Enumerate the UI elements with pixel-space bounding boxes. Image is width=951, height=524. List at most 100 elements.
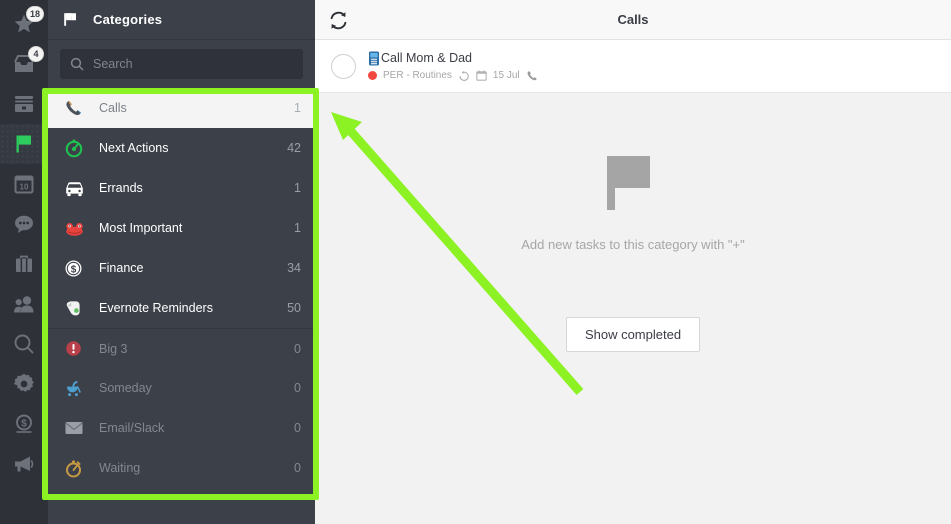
search-input[interactable] [93, 57, 293, 71]
category-label: Most Important [99, 221, 183, 235]
empty-state: Add new tasks to this category with "+" … [315, 93, 951, 524]
category-item-big-3[interactable]: Big 3 0 [48, 328, 315, 368]
main-header: Calls [315, 0, 951, 40]
evernote-icon [64, 299, 92, 318]
category-count: 1 [294, 101, 301, 115]
category-label: Calls [99, 101, 127, 115]
task-list: Call Mom & Dad PER - Routines 15 Jul [315, 40, 951, 93]
target-icon [64, 138, 92, 158]
inbox-badge: 4 [28, 46, 44, 62]
category-item-evernote-reminders[interactable]: Evernote Reminders 50 [48, 288, 315, 328]
category-label: Big 3 [99, 341, 128, 356]
calendar-icon: 10 [13, 173, 35, 195]
rail-item-inbox[interactable]: 4 [0, 44, 48, 84]
task-meta: PER - Routines 15 Jul [368, 70, 538, 82]
category-count: 0 [294, 461, 301, 475]
category-count: 0 [294, 341, 301, 356]
category-item-email-slack[interactable]: Email/Slack 0 [48, 408, 315, 448]
category-item-waiting[interactable]: Waiting 0 [48, 448, 315, 488]
task-date: 15 Jul [492, 70, 520, 81]
category-item-errands[interactable]: Errands 1 [48, 168, 315, 208]
rail-item-people[interactable] [0, 284, 48, 324]
phone-icon [64, 99, 92, 118]
category-list: Calls 1 Next Actions 42 Errands 1 Most I… [48, 88, 315, 524]
main-panel: Calls Call Mom & Dad PER - Routines 15 J… [315, 0, 951, 524]
money-icon: $ [12, 412, 36, 436]
rail-item-search[interactable] [0, 324, 48, 364]
category-item-calls[interactable]: Calls 1 [48, 88, 315, 128]
task-body: Call Mom & Dad PER - Routines 15 Jul [368, 51, 538, 82]
phone-icon [526, 70, 538, 82]
rail-item-starred[interactable]: 18 [0, 4, 48, 44]
app-window: 18 4 10 $ Categories Search Calls 1 Next… [0, 0, 951, 524]
category-label: Waiting [99, 461, 141, 475]
dollar-icon: $ [64, 259, 92, 278]
rail-item-flag[interactable] [0, 124, 48, 164]
briefcase-icon [12, 253, 36, 275]
category-label: Finance [99, 261, 144, 275]
task-title-row: Call Mom & Dad [368, 51, 538, 66]
page-title: Categories [93, 12, 163, 27]
mobile-phone-icon [368, 51, 380, 66]
sync-icon[interactable] [327, 9, 350, 32]
stroller-icon [64, 379, 92, 398]
category-count: 34 [287, 261, 301, 275]
rail-item-archive[interactable] [0, 84, 48, 124]
task-checkbox[interactable] [331, 53, 356, 79]
show-completed-button[interactable]: Show completed [565, 317, 701, 352]
empty-state-text: Add new tasks to this category with "+" [521, 237, 745, 252]
category-item-next-actions[interactable]: Next Actions 42 [48, 128, 315, 168]
category-item-someday[interactable]: Someday 0 [48, 368, 315, 408]
category-label: Errands [99, 181, 143, 195]
rail-item-money[interactable]: $ [0, 404, 48, 444]
archive-icon [12, 93, 36, 115]
categories-sidebar: Categories Search Calls 1 Next Actions 4… [48, 0, 315, 524]
rail-item-calendar[interactable]: 10 [0, 164, 48, 204]
envelope-icon [64, 420, 92, 436]
sidebar-header: Categories [48, 0, 315, 40]
task-title-text: Call Mom & Dad [381, 51, 472, 65]
search-box[interactable] [60, 49, 303, 79]
search-area [48, 40, 315, 88]
frog-icon [64, 220, 92, 237]
category-item-most-important[interactable]: Most Important 1 [48, 208, 315, 248]
repeat-icon [458, 70, 470, 82]
gear-icon [12, 372, 36, 396]
list-color-dot [368, 71, 377, 80]
category-count: 0 [294, 381, 301, 395]
rail-item-chat[interactable] [0, 204, 48, 244]
flag-icon [603, 150, 663, 217]
people-icon [12, 293, 36, 315]
category-label: Someday [99, 381, 152, 395]
category-count: 0 [294, 421, 301, 435]
category-count: 42 [287, 141, 301, 155]
category-count: 1 [294, 181, 301, 195]
search-icon [70, 57, 84, 71]
car-icon [64, 180, 92, 197]
calendar-icon [476, 70, 487, 81]
exclaim-icon [64, 339, 92, 358]
chat-icon [12, 213, 36, 235]
rail-item-briefcase[interactable] [0, 244, 48, 284]
svg-text:$: $ [71, 264, 77, 275]
category-label: Next Actions [99, 141, 169, 155]
main-title: Calls [617, 12, 649, 27]
rail-item-settings[interactable] [0, 364, 48, 404]
stopwatch-icon [64, 459, 92, 478]
flag-icon [62, 11, 79, 28]
category-count: 1 [294, 221, 301, 235]
task-row[interactable]: Call Mom & Dad PER - Routines 15 Jul [315, 40, 951, 93]
svg-text:10: 10 [20, 183, 29, 192]
icon-rail: 18 4 10 $ [0, 0, 48, 524]
search-icon [12, 332, 36, 356]
svg-text:$: $ [21, 418, 27, 429]
category-count: 50 [287, 301, 301, 315]
megaphone-icon [12, 453, 36, 475]
starred-badge: 18 [25, 6, 44, 22]
flag-icon [12, 132, 36, 156]
rail-item-announcements[interactable] [0, 444, 48, 484]
task-list-name: PER - Routines [383, 70, 452, 81]
category-label: Evernote Reminders [99, 301, 213, 315]
category-label: Email/Slack [99, 421, 165, 435]
category-item-finance[interactable]: $ Finance 34 [48, 248, 315, 288]
